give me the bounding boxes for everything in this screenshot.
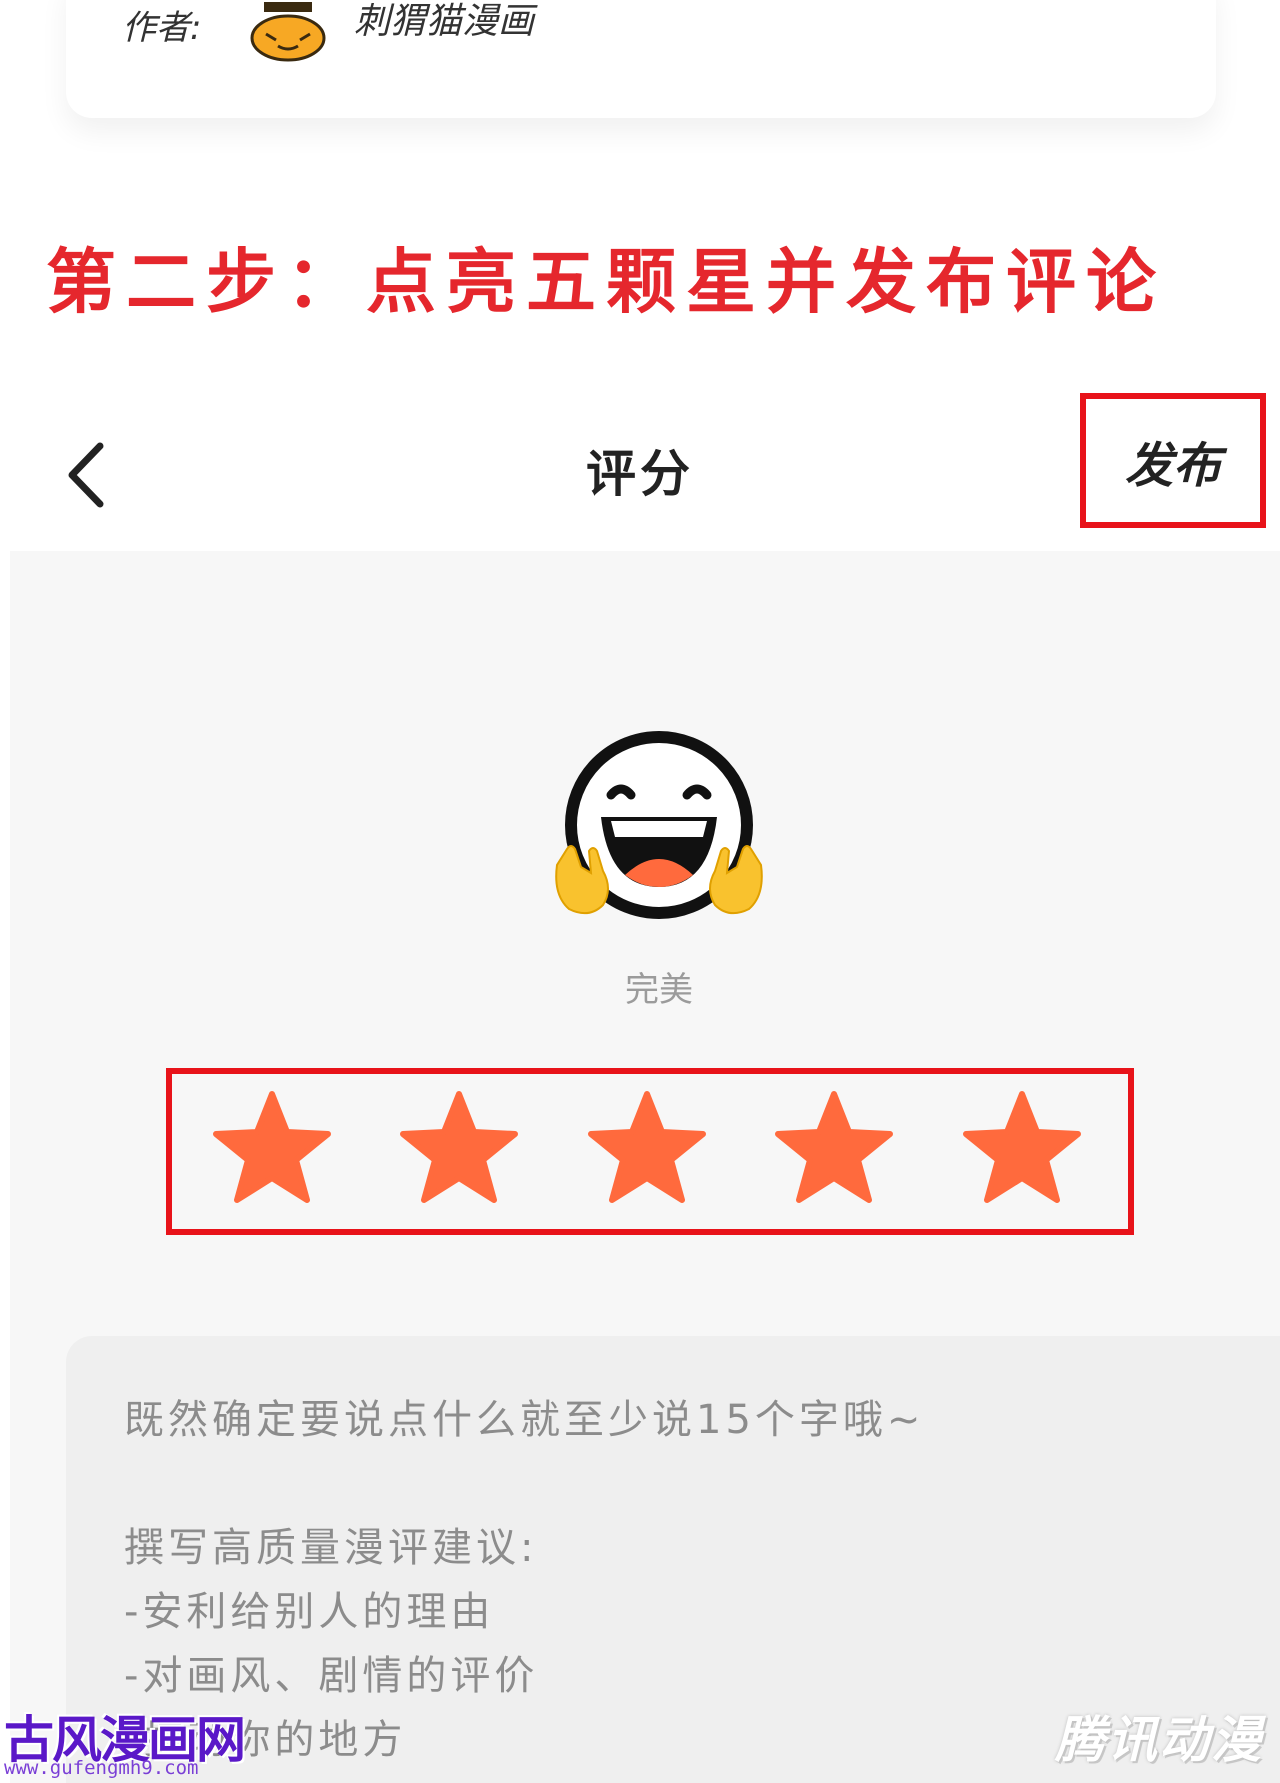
author-label: 作者:: [122, 8, 202, 48]
step-heading: 第二步：点亮五颗星并发布评论: [46, 241, 1166, 323]
star-icon-4[interactable]: [772, 1088, 896, 1208]
star-icon-3[interactable]: [585, 1088, 709, 1208]
publish-button[interactable]: 发布: [1080, 393, 1266, 528]
watermark-right: 腾讯动漫: [1055, 1711, 1263, 1769]
author-avatar[interactable]: [248, 0, 328, 62]
star-icon-5[interactable]: [960, 1088, 1084, 1208]
author-name[interactable]: 刺猬猫漫画: [354, 0, 534, 44]
star-icon-2[interactable]: [397, 1088, 521, 1208]
watermark-left-url: www.gufengmh9.com: [4, 1757, 199, 1779]
author-card: [66, 0, 1216, 118]
rating-label: 完美: [625, 970, 693, 1010]
star-icon-1[interactable]: [210, 1088, 334, 1208]
publish-label: 发布: [1124, 437, 1221, 494]
laughing-face-icon: [555, 731, 763, 919]
